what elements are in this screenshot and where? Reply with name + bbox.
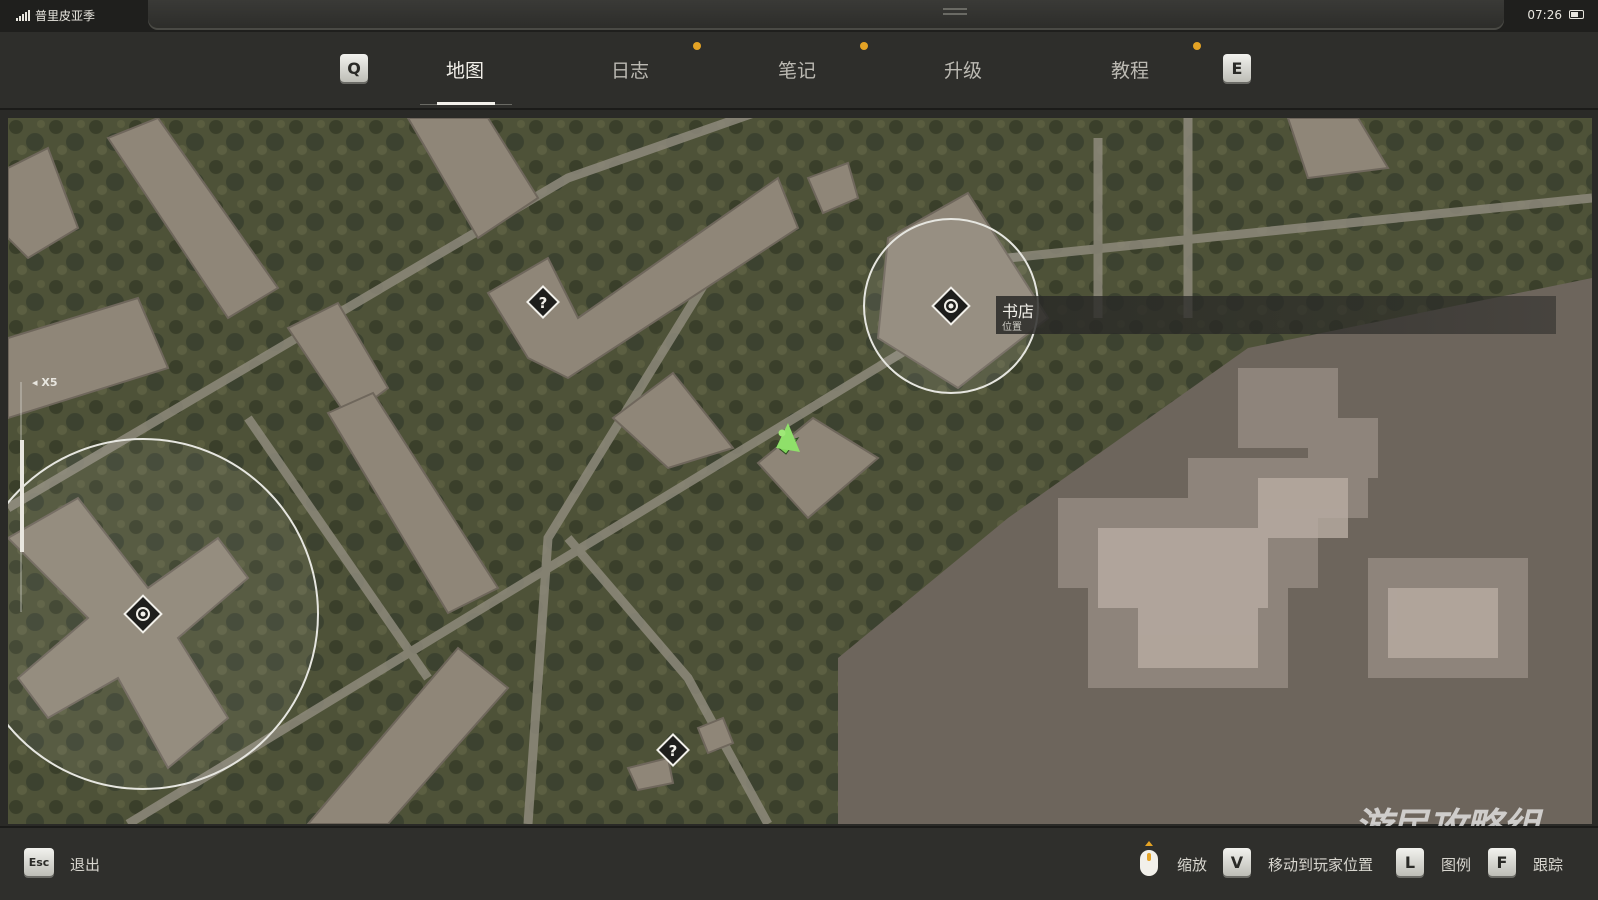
clock: 07:26 bbox=[1527, 8, 1562, 22]
prev-tab-key[interactable]: Q bbox=[340, 54, 368, 82]
tab-tutorial[interactable]: 教程 bbox=[1085, 56, 1175, 83]
zoom-action-label[interactable]: 缩放 bbox=[1177, 854, 1207, 875]
battery-icon bbox=[1569, 10, 1584, 19]
zoom-slider-fill[interactable] bbox=[20, 440, 24, 552]
tab-upgrade[interactable]: 升级 bbox=[918, 56, 1008, 83]
l-key[interactable]: L bbox=[1396, 848, 1424, 876]
location-tooltip: 书店 位置 bbox=[996, 296, 1556, 334]
notification-dot bbox=[1193, 42, 1201, 50]
map-view[interactable]: ? ? ◂ X5 bbox=[8, 118, 1592, 824]
svg-text:?: ? bbox=[539, 294, 548, 312]
tab-map[interactable]: 地图 bbox=[420, 56, 510, 83]
move-to-player-label[interactable]: 移动到玩家位置 bbox=[1268, 854, 1373, 875]
status-bar-decoration bbox=[148, 0, 1504, 30]
f-key[interactable]: F bbox=[1488, 848, 1516, 876]
carrier: 普里皮亚季 bbox=[16, 7, 95, 24]
active-tab-indicator bbox=[437, 102, 495, 105]
tab-notes[interactable]: 笔记 bbox=[752, 56, 842, 83]
tab-bar: Q 地图 日志 笔记 升级 教程 E bbox=[0, 32, 1598, 110]
status-bar: 普里皮亚季 07:26 bbox=[0, 0, 1598, 32]
exit-label[interactable]: 退出 bbox=[70, 854, 100, 875]
mouse-scroll-icon bbox=[1140, 841, 1158, 876]
signal-icon bbox=[16, 10, 30, 21]
bottom-bar: Esc 退出 缩放 V 移动到玩家位置 L 图例 F 跟踪 bbox=[0, 826, 1598, 900]
track-label[interactable]: 跟踪 bbox=[1533, 854, 1563, 875]
zoom-level: ◂ X5 bbox=[32, 376, 58, 389]
next-tab-key[interactable]: E bbox=[1223, 54, 1251, 82]
tab-journal[interactable]: 日志 bbox=[585, 56, 675, 83]
satellite-map[interactable]: ? ? bbox=[8, 118, 1592, 824]
notification-dot bbox=[693, 42, 701, 50]
notification-dot bbox=[860, 42, 868, 50]
esc-key[interactable]: Esc bbox=[24, 848, 54, 876]
legend-label[interactable]: 图例 bbox=[1441, 854, 1471, 875]
carrier-name: 普里皮亚季 bbox=[35, 9, 96, 23]
v-key[interactable]: V bbox=[1223, 848, 1251, 876]
location-subtitle: 位置 bbox=[1002, 322, 1022, 333]
svg-text:?: ? bbox=[669, 742, 678, 760]
